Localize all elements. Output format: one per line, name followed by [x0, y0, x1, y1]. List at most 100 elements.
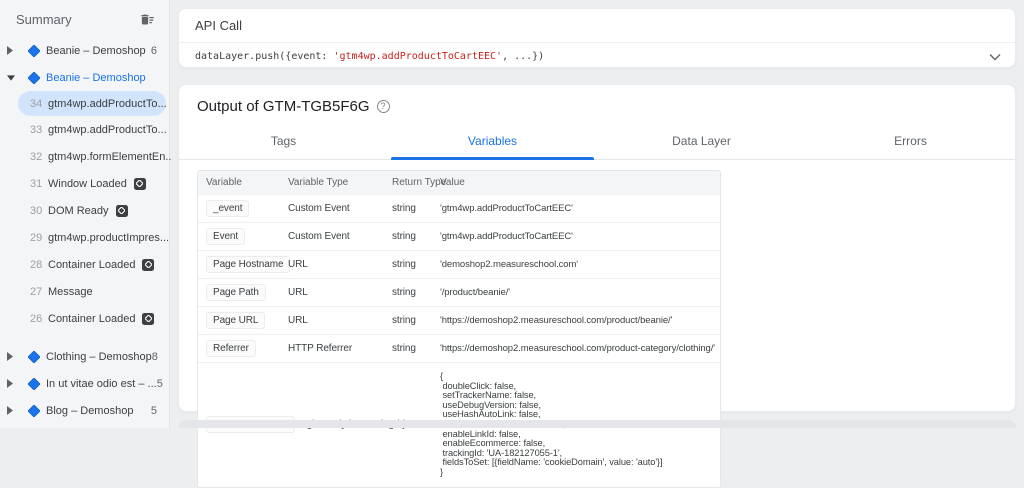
variable-type-cell: URL	[280, 282, 384, 303]
event-item-29[interactable]: 29 gtm4wp.productImpres...	[0, 224, 169, 251]
caret-right-icon[interactable]	[7, 46, 15, 56]
table-row[interactable]: Referrer HTTP Referrer string 'https://d…	[198, 334, 720, 362]
event-label: gtm4wp.productImpres...	[48, 232, 169, 244]
gtm-event-badge-icon	[134, 178, 146, 190]
caret-right-icon[interactable]	[7, 406, 15, 416]
return-type-cell: string	[384, 282, 432, 303]
event-number: 31	[30, 178, 43, 190]
value-cell: 'https://demoshop2.measureschool.com/pro…	[432, 338, 720, 359]
tab-variables[interactable]: Variables	[388, 125, 597, 159]
gtm-event-badge-icon	[116, 205, 128, 217]
group-count: 5	[151, 405, 157, 417]
col-header-variable: Variable	[198, 171, 280, 194]
help-icon[interactable]: ?	[377, 100, 390, 113]
event-number: 30	[30, 205, 43, 217]
code-event-string: 'gtm4wp.addProductToCartEEC'	[333, 51, 502, 62]
variable-name-chip: Page Hostname	[206, 256, 290, 273]
caret-down-icon[interactable]	[7, 73, 15, 83]
caret-right-icon[interactable]	[7, 379, 15, 389]
api-call-code-row: dataLayer.push({event: 'gtm4wp.addProduc…	[179, 43, 1015, 70]
sidebar-header: Summary	[0, 0, 169, 33]
return-type-cell: string	[384, 310, 432, 331]
event-label: Container Loaded	[48, 259, 135, 271]
tab-errors[interactable]: Errors	[806, 125, 1015, 159]
gtm-diamond-icon	[28, 351, 40, 363]
event-item-30[interactable]: 30 DOM Ready	[0, 197, 169, 224]
output-tabs: Tags Variables Data Layer Errors	[179, 125, 1015, 160]
event-number: 28	[30, 259, 43, 271]
event-item-26[interactable]: 26 Container Loaded	[0, 305, 169, 332]
gtm-diamond-icon	[28, 45, 40, 57]
variable-name-chip: Event	[206, 228, 245, 245]
variable-name-chip: Referrer	[206, 340, 256, 357]
return-type-cell: string	[384, 226, 432, 247]
table-row[interactable]: Page Path URL string '/product/beanie/'	[198, 278, 720, 306]
event-number: 34	[30, 98, 43, 110]
gtm-diamond-icon	[28, 72, 40, 84]
value-cell: 'https://demoshop2.measureschool.com/pro…	[432, 310, 720, 331]
event-item-33[interactable]: 33 gtm4wp.addProductTo...	[0, 116, 169, 143]
variable-name-chip: Page Path	[206, 284, 266, 301]
event-number: 27	[30, 286, 43, 298]
next-section-top-edge	[178, 420, 1016, 428]
value-cell: 'gtm4wp.addProductToCartEEC'	[432, 226, 720, 247]
output-header: Output of GTM-TGB5F6G ?	[179, 85, 1015, 123]
event-item-31[interactable]: 31 Window Loaded	[0, 170, 169, 197]
api-call-card: API Call dataLayer.push({event: 'gtm4wp.…	[178, 8, 1016, 68]
gtm-diamond-icon	[28, 405, 40, 417]
gtm-event-badge-icon	[142, 313, 154, 325]
event-item-27[interactable]: 27 Message	[0, 278, 169, 305]
event-number: 29	[30, 232, 43, 244]
value-cell: '/product/beanie/'	[432, 282, 720, 303]
summary-sidebar: Summary Beanie – Demoshop 6 Beanie – Dem…	[0, 0, 170, 428]
variable-type-cell: Custom Event	[280, 226, 384, 247]
sidebar-group-beanie-demoshop-2[interactable]: Beanie – Demoshop	[0, 64, 169, 91]
table-row[interactable]: Page URL URL string 'https://demoshop2.m…	[198, 306, 720, 334]
variable-type-cell: HTTP Referrer	[280, 338, 384, 359]
variable-name-chip: Page URL	[206, 312, 265, 329]
return-type-cell: string	[384, 254, 432, 275]
tab-tags[interactable]: Tags	[179, 125, 388, 159]
sidebar-group-beanie-demoshop-1[interactable]: Beanie – Demoshop 6	[0, 37, 169, 64]
group-label: Clothing – Demoshop	[46, 351, 152, 363]
group-label: Beanie – Demoshop	[46, 72, 146, 84]
chevron-down-icon[interactable]	[989, 53, 1001, 61]
col-header-value: Value	[432, 171, 720, 194]
value-cell: 'gtm4wp.addProductToCartEEC'	[432, 198, 720, 219]
table-row[interactable]: Page Hostname URL string 'demoshop2.meas…	[198, 250, 720, 278]
api-call-title: API Call	[179, 9, 1015, 43]
sidebar-group-blog-demoshop[interactable]: Blog – Demoshop 5	[0, 397, 169, 424]
event-list: Beanie – Demoshop 6 Beanie – Demoshop 34…	[0, 33, 169, 424]
col-header-variable-type: Variable Type	[280, 171, 384, 194]
group-label: Blog – Demoshop	[46, 405, 133, 417]
sidebar-group-clothing-demoshop[interactable]: Clothing – Demoshop 8	[0, 343, 169, 370]
table-row[interactable]: _event Custom Event string 'gtm4wp.addPr…	[198, 194, 720, 222]
caret-right-icon[interactable]	[7, 352, 15, 362]
variable-type-cell: URL	[280, 254, 384, 275]
delete-sweep-icon[interactable]	[140, 12, 155, 27]
event-number: 26	[30, 313, 43, 325]
event-label: gtm4wp.addProductTo...	[48, 98, 167, 110]
sidebar-title: Summary	[16, 12, 72, 27]
event-number: 32	[30, 151, 43, 163]
event-item-34[interactable]: 34 gtm4wp.addProductTo...	[18, 91, 166, 116]
table-header-row: Variable Variable Type Return Type Value	[198, 171, 720, 194]
datalayer-push-code: dataLayer.push({event: 'gtm4wp.addProduc…	[195, 51, 544, 62]
event-label: DOM Ready	[48, 205, 109, 217]
code-prefix: dataLayer.push({event:	[195, 51, 333, 62]
event-item-32[interactable]: 32 gtm4wp.formElementEn...	[0, 143, 169, 170]
main-panel: API Call dataLayer.push({event: 'gtm4wp.…	[171, 0, 1024, 428]
event-label: Message	[48, 286, 93, 298]
variables-table: Variable Variable Type Return Type Value…	[197, 170, 721, 488]
table-row[interactable]: Event Custom Event string 'gtm4wp.addPro…	[198, 222, 720, 250]
event-number: 33	[30, 124, 43, 136]
group-label: In ut vitae odio est – ...	[46, 378, 157, 390]
variable-type-cell: URL	[280, 310, 384, 331]
group-count: 5	[157, 378, 163, 390]
tab-data-layer[interactable]: Data Layer	[597, 125, 806, 159]
gtm-diamond-icon	[28, 378, 40, 390]
event-label: gtm4wp.addProductTo...	[48, 124, 167, 136]
sidebar-group-in-ut-vitae[interactable]: In ut vitae odio est – ... 5	[0, 370, 169, 397]
group-count: 8	[152, 351, 158, 363]
event-item-28[interactable]: 28 Container Loaded	[0, 251, 169, 278]
